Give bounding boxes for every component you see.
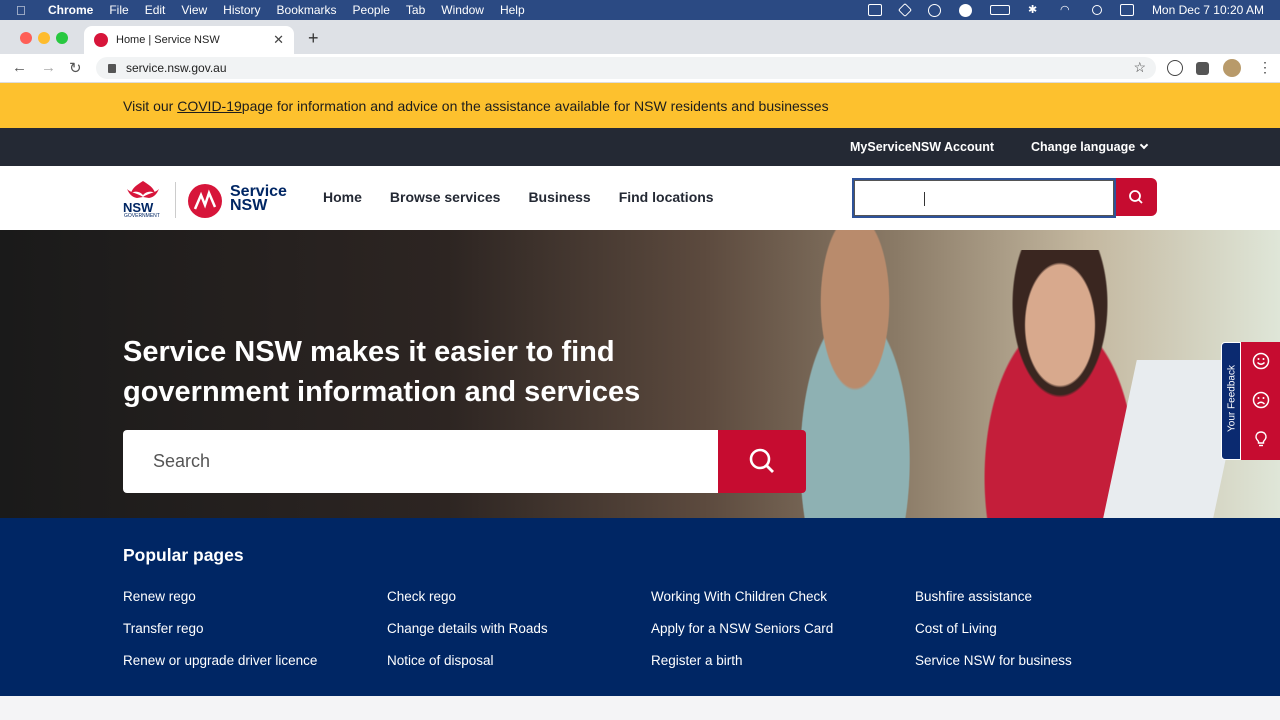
- menubar-clock[interactable]: Mon Dec 7 10:20 AM: [1152, 3, 1264, 17]
- dropbox-icon[interactable]: [897, 2, 913, 18]
- menu-help[interactable]: Help: [500, 3, 525, 17]
- site-header: NSW GOVERNMENT Service NSW Home Browse s…: [0, 166, 1280, 230]
- popular-link-service-nsw-business[interactable]: Service NSW for business: [915, 651, 1179, 670]
- tab-close-icon[interactable]: ✕: [273, 32, 284, 48]
- myservicensw-account-link[interactable]: MyServiceNSW Account: [850, 140, 994, 154]
- service-nsw-wordmark[interactable]: Service NSW: [230, 184, 287, 214]
- brand-line-nsw: NSW: [230, 197, 268, 214]
- window-close-button[interactable]: [20, 32, 32, 44]
- browser-tab-active[interactable]: Home | Service NSW ✕: [84, 26, 294, 54]
- feedback-tab[interactable]: Your Feedback: [1221, 342, 1241, 460]
- popular-link-register-birth[interactable]: Register a birth: [651, 651, 915, 670]
- hero-search-input[interactable]: [123, 430, 718, 493]
- extension-info-icon[interactable]: [1167, 60, 1183, 76]
- change-language-label: Change language: [1031, 140, 1136, 154]
- change-language-button[interactable]: Change language: [1031, 140, 1149, 154]
- tab-title: Home | Service NSW: [116, 34, 220, 46]
- os-menubar:  Chrome File Edit View History Bookmark…: [0, 0, 1280, 20]
- nsw-government-text: GOVERNMENT: [124, 213, 160, 219]
- menu-tab[interactable]: Tab: [406, 3, 425, 17]
- control-center-icon[interactable]: [1119, 4, 1134, 16]
- search-icon: [749, 448, 774, 473]
- menubar-tray: ✱ ◠ Mon Dec 7 10:20 AM: [867, 0, 1264, 20]
- popular-pages-section: Popular pages Renew rego Check rego Work…: [0, 518, 1280, 696]
- footer-strip: [0, 696, 1280, 720]
- menu-app[interactable]: Chrome: [48, 3, 93, 17]
- feedback-icons: [1241, 342, 1280, 460]
- popular-pages-heading: Popular pages: [123, 545, 244, 565]
- browser-tab-strip: Home | Service NSW ✕ +: [0, 20, 1280, 54]
- service-nsw-favicon-icon: [94, 33, 108, 47]
- address-url: service.nsw.gov.au: [126, 61, 227, 75]
- chrome-menu-icon[interactable]: ⋮: [1258, 59, 1272, 76]
- bookmark-star-icon[interactable]: ☆: [1133, 59, 1146, 76]
- apple-icon[interactable]: : [16, 3, 36, 18]
- popular-pages-grid: Renew rego Check rego Working With Child…: [123, 587, 1123, 670]
- popular-link-change-details-roads[interactable]: Change details with Roads: [387, 619, 651, 638]
- onepassword-icon[interactable]: [927, 3, 941, 17]
- menu-people[interactable]: People: [353, 3, 390, 17]
- nav-home[interactable]: Home: [323, 189, 362, 205]
- popular-link-check-rego[interactable]: Check rego: [387, 587, 651, 606]
- utility-nav: MyServiceNSW Account Change language: [0, 128, 1280, 166]
- popular-link-bushfire-assistance[interactable]: Bushfire assistance: [915, 587, 1179, 606]
- smiley-sad-icon[interactable]: [1252, 391, 1270, 409]
- menu-file[interactable]: File: [109, 3, 128, 17]
- smiley-happy-icon[interactable]: [1252, 352, 1270, 370]
- covid-banner-prefix: Visit our: [123, 97, 174, 114]
- menu-bookmarks[interactable]: Bookmarks: [277, 3, 337, 17]
- reload-icon[interactable]: ↻: [69, 59, 82, 77]
- lightbulb-icon[interactable]: [1252, 430, 1270, 448]
- new-tab-button[interactable]: +: [308, 28, 319, 49]
- screen-record-icon[interactable]: [867, 4, 882, 16]
- text-cursor-icon: [924, 192, 925, 206]
- hero-search-button[interactable]: [718, 430, 806, 493]
- header-search-button[interactable]: [1116, 178, 1157, 216]
- header-search-input[interactable]: [852, 178, 1116, 218]
- address-bar[interactable]: service.nsw.gov.au ☆: [96, 57, 1156, 79]
- nav-business[interactable]: Business: [528, 189, 590, 205]
- menu-edit[interactable]: Edit: [145, 3, 166, 17]
- feedback-widget: Your Feedback: [1221, 342, 1280, 460]
- covid-19-link[interactable]: COVID-19: [177, 98, 242, 114]
- menu-view[interactable]: View: [181, 3, 207, 17]
- back-arrow-icon[interactable]: ←: [12, 59, 27, 76]
- chevron-down-icon: [1139, 140, 1149, 150]
- logo-divider: [175, 182, 176, 218]
- popular-link-cost-of-living[interactable]: Cost of Living: [915, 619, 1179, 638]
- popular-link-driver-licence[interactable]: Renew or upgrade driver licence: [123, 651, 387, 670]
- hero-title: Service NSW makes it easier to find gove…: [123, 336, 641, 408]
- popular-link-transfer-rego[interactable]: Transfer rego: [123, 619, 387, 638]
- main-nav: Home Browse services Business Find locat…: [323, 189, 714, 205]
- popular-link-working-with-children-check[interactable]: Working With Children Check: [651, 587, 915, 606]
- forward-arrow-icon[interactable]: →: [41, 59, 56, 76]
- bluetooth-icon[interactable]: ✱: [1028, 4, 1042, 16]
- wifi-icon[interactable]: ◠: [1060, 4, 1074, 16]
- popular-link-seniors-card[interactable]: Apply for a NSW Seniors Card: [651, 619, 915, 638]
- extensions-puzzle-icon[interactable]: [1196, 62, 1209, 75]
- menu-history[interactable]: History: [223, 3, 260, 17]
- service-nsw-logo-icon[interactable]: [187, 183, 225, 219]
- nav-browse-services[interactable]: Browse services: [390, 189, 501, 205]
- feedback-label: Your Feedback: [1226, 365, 1238, 432]
- browser-toolbar: ← → ↻ service.nsw.gov.au ☆ ⋮: [0, 54, 1280, 83]
- window-zoom-button[interactable]: [56, 32, 68, 44]
- nav-find-locations[interactable]: Find locations: [619, 189, 714, 205]
- covid-banner: Visit our COVID-19 page for information …: [0, 83, 1280, 128]
- hero-banner: Service NSW makes it easier to find gove…: [0, 230, 1280, 518]
- profile-avatar[interactable]: [1223, 59, 1241, 77]
- window-minimize-button[interactable]: [38, 32, 50, 44]
- covid-banner-suffix: page for information and advice on the a…: [241, 97, 829, 114]
- bolt-icon[interactable]: [958, 3, 972, 17]
- menu-window[interactable]: Window: [441, 3, 484, 17]
- search-icon: [1129, 190, 1143, 204]
- popular-link-notice-of-disposal[interactable]: Notice of disposal: [387, 651, 651, 670]
- lock-icon: [108, 63, 116, 73]
- spotlight-search-icon[interactable]: [1091, 5, 1102, 15]
- battery-icon[interactable]: [989, 5, 1010, 15]
- popular-link-renew-rego[interactable]: Renew rego: [123, 587, 387, 606]
- hero-search-field[interactable]: [123, 430, 718, 493]
